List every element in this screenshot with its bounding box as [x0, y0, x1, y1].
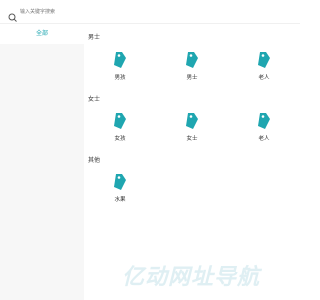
tag-icon [258, 52, 270, 68]
tag-icon [258, 113, 270, 129]
category-label: 老人 [258, 75, 270, 81]
section-title: 男士 [88, 34, 101, 41]
category-label: 女孩 [114, 136, 126, 142]
category-label: 老人 [258, 136, 270, 142]
category-label: 水果 [114, 197, 126, 203]
category-item[interactable]: 女士 [156, 112, 228, 148]
section-title: 女士 [88, 96, 101, 103]
category-item[interactable]: 女孩 [84, 112, 156, 148]
search-icon[interactable] [8, 7, 17, 22]
tag-icon [114, 52, 126, 68]
sidebar: 全部 [0, 24, 84, 300]
search-bar [0, 0, 300, 24]
watermark-logo: 亿动网址导航 [122, 265, 261, 290]
category-item[interactable]: 男士 [156, 51, 228, 87]
main-content: 男士 男孩 男士 老人 女士 女孩 女士 老人 其他 水果 [84, 24, 300, 300]
section-title: 其他 [88, 157, 101, 164]
sidebar-item-all[interactable]: 全部 [0, 24, 84, 44]
category-label: 男士 [186, 75, 198, 81]
tag-icon [114, 113, 126, 129]
category-item[interactable]: 男孩 [84, 51, 156, 87]
search-input[interactable] [20, 5, 220, 19]
tag-icon [114, 174, 126, 190]
category-item[interactable]: 老人 [228, 112, 300, 148]
category-label: 男孩 [114, 75, 126, 81]
tag-icon [186, 52, 198, 68]
category-item[interactable]: 老人 [228, 51, 300, 87]
tag-icon [186, 113, 198, 129]
category-item[interactable]: 水果 [84, 173, 156, 209]
category-label: 女士 [186, 136, 198, 142]
